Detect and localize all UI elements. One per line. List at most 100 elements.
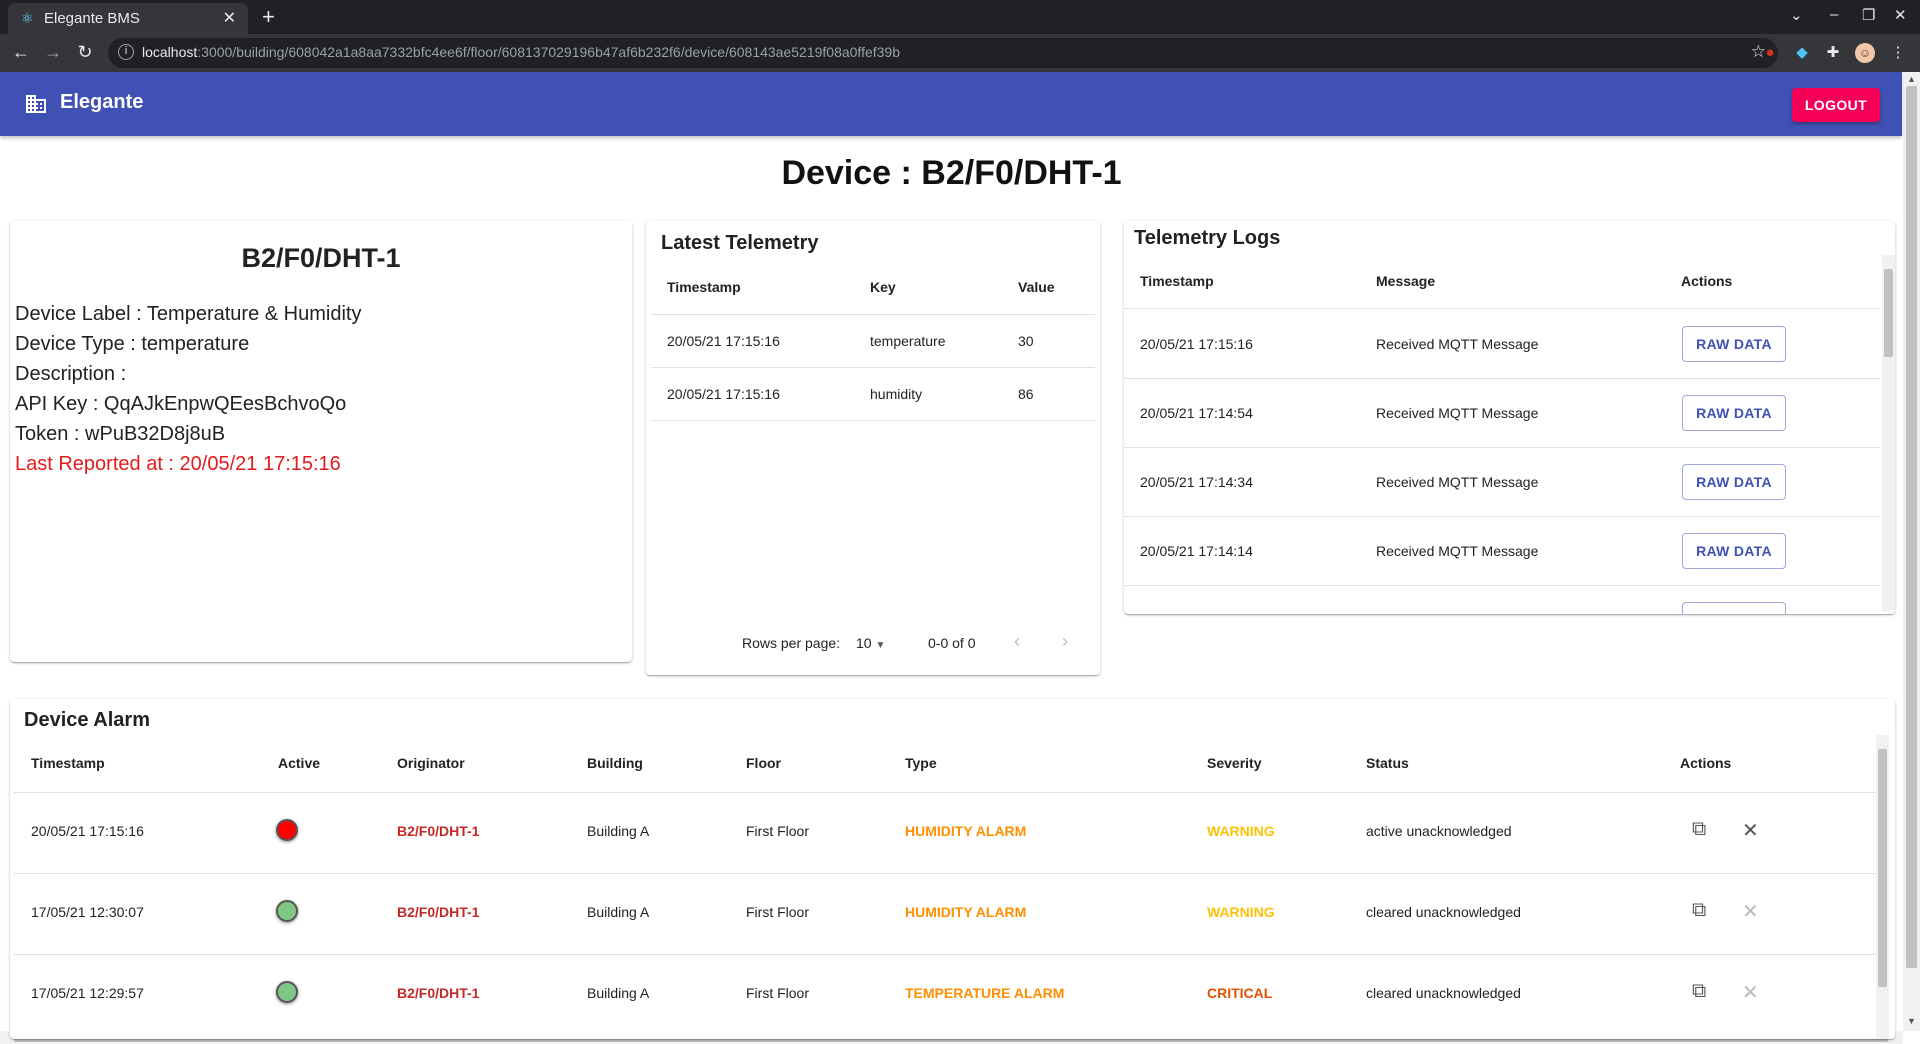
page-vertical-scrollbar[interactable]: ▲ ▼ xyxy=(1903,72,1920,1031)
raw-data-button[interactable]: RAW DATA xyxy=(1682,464,1786,500)
cell-key: humidity xyxy=(870,386,923,402)
divider xyxy=(651,314,1095,315)
open-details-icon[interactable]: ⧉ xyxy=(1692,818,1706,841)
column-header-actions: Actions xyxy=(1680,755,1732,771)
extension-red-icon[interactable]: ● xyxy=(1760,43,1780,63)
cell-timestamp: 20/05/21 17:15:16 xyxy=(1140,336,1253,352)
device-type: Device Type : temperature xyxy=(15,333,250,355)
device-alarm-card: Device Alarm Timestamp Active Originator… xyxy=(10,699,1895,1039)
browser-toolbar: ← → ↻ i localhost:3000/building/608042a1… xyxy=(0,34,1920,72)
rows-per-page-value: 10 xyxy=(856,635,872,651)
profile-avatar-icon[interactable]: ☺ xyxy=(1855,43,1875,63)
alarm-scroll-thumb[interactable] xyxy=(1878,749,1887,987)
cell-floor: First Floor xyxy=(746,823,809,839)
cell-status: cleared unacknowledged xyxy=(1366,985,1521,1001)
open-details-icon[interactable]: ⧉ xyxy=(1692,980,1706,1003)
scroll-down-arrow-icon[interactable]: ▼ xyxy=(1907,1016,1916,1026)
cell-timestamp: 17/05/21 12:29:57 xyxy=(31,985,144,1001)
cell-value: 86 xyxy=(1018,386,1034,402)
app-bar: Elegante LOGOUT xyxy=(0,72,1902,136)
cell-originator[interactable]: B2/F0/DHT-1 xyxy=(397,823,479,839)
column-header-timestamp: Timestamp xyxy=(31,755,105,771)
cell-status: cleared unacknowledged xyxy=(1366,904,1521,920)
divider xyxy=(1124,585,1880,586)
column-header-originator: Originator xyxy=(397,755,465,771)
raw-data-button[interactable]: RAW DATA xyxy=(1682,533,1786,569)
cell-message: Received MQTT Message xyxy=(1376,543,1539,559)
cell-value: 30 xyxy=(1018,333,1034,349)
app-brand[interactable]: Elegante xyxy=(60,91,143,114)
page-title: Device : B2/F0/DHT-1 xyxy=(781,154,1122,192)
telemetry-title: Latest Telemetry xyxy=(661,232,819,254)
browser-menu-icon[interactable]: ⋮ xyxy=(1888,43,1908,63)
column-header-value: Value xyxy=(1018,279,1055,295)
divider xyxy=(651,420,1095,421)
next-page-icon[interactable]: › xyxy=(1062,631,1068,652)
page-scroll-thumb[interactable] xyxy=(1906,86,1917,968)
logs-title: Telemetry Logs xyxy=(1134,227,1281,249)
logout-button[interactable]: LOGOUT xyxy=(1792,88,1880,122)
window-close-icon[interactable]: ✕ xyxy=(1894,6,1907,24)
url-host: localhost xyxy=(142,44,198,60)
url-path: :3000/building/608042a1a8aa7332bfc4ee6f/… xyxy=(197,44,900,60)
logs-scrollbar[interactable] xyxy=(1882,255,1895,611)
divider xyxy=(1124,447,1880,448)
cell-originator[interactable]: B2/F0/DHT-1 xyxy=(397,904,479,920)
tab-search-icon[interactable]: ⌄ xyxy=(1790,6,1803,24)
reload-icon[interactable]: ↻ xyxy=(74,42,96,63)
divider xyxy=(14,954,1876,955)
browser-tab-strip: ⚛ Elegante BMS ✕ + ⌄ – ❐ ✕ xyxy=(0,0,1920,34)
pagination-range: 0-0 of 0 xyxy=(928,635,976,651)
divider xyxy=(1124,516,1880,517)
alarm-title: Device Alarm xyxy=(24,709,150,731)
cell-severity: WARNING xyxy=(1207,904,1275,920)
cell-type: HUMIDITY ALARM xyxy=(905,904,1027,920)
clear-alarm-icon[interactable]: ✕ xyxy=(1742,980,1759,1005)
column-header-timestamp: Timestamp xyxy=(667,279,741,295)
open-details-icon[interactable]: ⧉ xyxy=(1692,899,1706,922)
clear-alarm-icon[interactable]: ✕ xyxy=(1742,818,1759,843)
minimize-icon[interactable]: – xyxy=(1830,6,1838,23)
column-header-message: Message xyxy=(1376,273,1436,289)
scroll-up-arrow-icon[interactable]: ▲ xyxy=(1907,74,1916,84)
column-header-status: Status xyxy=(1366,755,1409,771)
alarm-scrollbar[interactable] xyxy=(1876,735,1889,1039)
cell-floor: First Floor xyxy=(746,985,809,1001)
browser-tab[interactable]: ⚛ Elegante BMS ✕ xyxy=(8,3,248,34)
cell-status: active unacknowledged xyxy=(1366,823,1512,839)
address-bar[interactable]: i localhost:3000/building/608042a1a8aa73… xyxy=(108,38,1778,68)
device-token: Token : wPuB32D8j8uB xyxy=(15,423,226,445)
back-icon[interactable]: ← xyxy=(10,42,32,63)
url-text[interactable]: localhost:3000/building/608042a1a8aa7332… xyxy=(142,44,900,60)
raw-data-button[interactable]: RAW DATA xyxy=(1682,326,1786,362)
cell-severity: WARNING xyxy=(1207,823,1275,839)
cell-severity: CRITICAL xyxy=(1207,985,1273,1001)
forward-icon[interactable]: → xyxy=(42,42,64,63)
latest-telemetry-card: Latest Telemetry Timestamp Key Value 20/… xyxy=(646,221,1100,675)
tab-title: Elegante BMS xyxy=(44,10,140,27)
divider xyxy=(14,873,1876,874)
clear-alarm-icon[interactable]: ✕ xyxy=(1742,899,1759,924)
cell-type: HUMIDITY ALARM xyxy=(905,823,1027,839)
divider xyxy=(1124,378,1880,379)
column-header-key: Key xyxy=(870,279,896,295)
restore-icon[interactable]: ❐ xyxy=(1862,6,1875,24)
close-tab-icon[interactable]: ✕ xyxy=(223,8,236,28)
cell-building: Building A xyxy=(587,985,650,1001)
cell-timestamp: 20/05/21 17:14:54 xyxy=(1140,405,1253,421)
cell-timestamp: 20/05/21 17:15:16 xyxy=(667,333,780,349)
divider xyxy=(14,792,1876,793)
raw-data-button-partial[interactable] xyxy=(1682,602,1786,614)
logs-scroll-thumb[interactable] xyxy=(1884,269,1893,357)
telemetry-logs-card: Telemetry Logs Timestamp Message Actions… xyxy=(1124,221,1895,614)
extension-gem-icon[interactable]: ◆ xyxy=(1792,43,1812,63)
raw-data-button[interactable]: RAW DATA xyxy=(1682,395,1786,431)
new-tab-icon[interactable]: + xyxy=(262,4,275,30)
cell-originator[interactable]: B2/F0/DHT-1 xyxy=(397,985,479,1001)
device-api-key: API Key : QqAJkEnpwQEesBchvoQo xyxy=(15,393,347,415)
cell-timestamp: 20/05/21 17:14:14 xyxy=(1140,543,1253,559)
site-info-icon[interactable]: i xyxy=(118,44,134,60)
extensions-puzzle-icon[interactable]: ✚ xyxy=(1823,43,1843,63)
previous-page-icon[interactable]: ‹ xyxy=(1014,631,1020,652)
rows-per-page-select[interactable]: 10 ▼ xyxy=(856,635,885,651)
